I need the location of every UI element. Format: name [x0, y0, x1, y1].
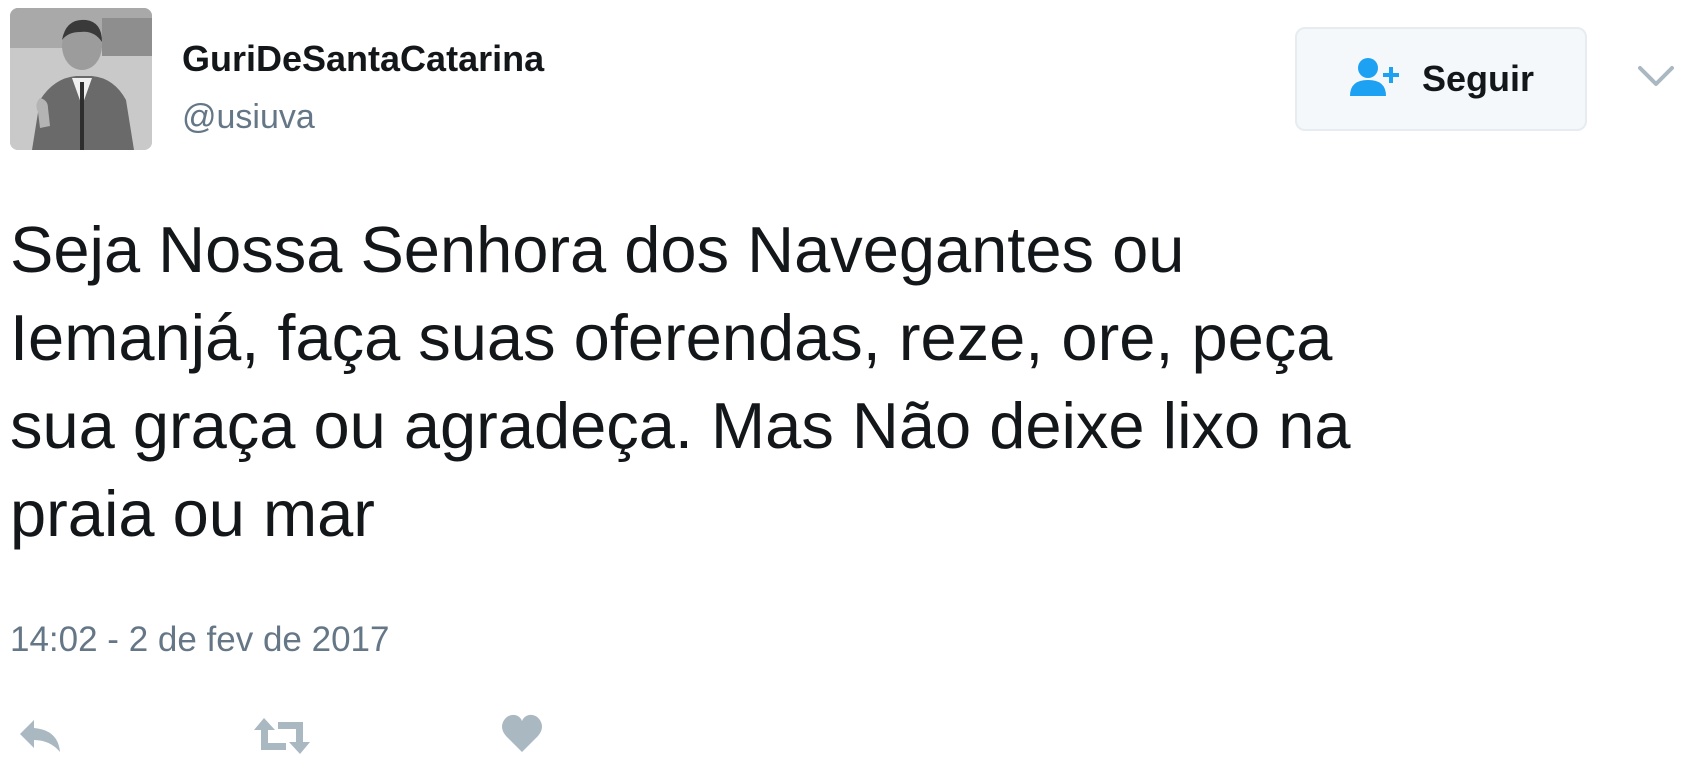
- tweet-text-line: Seja Nossa Senhora dos Navegantes ou: [10, 213, 1185, 286]
- tweet-text: Seja Nossa Senhora dos Navegantes ou Iem…: [10, 206, 1630, 558]
- avatar-photo: [10, 8, 152, 150]
- follow-button-label: Seguir: [1421, 58, 1535, 99]
- heart-icon: [502, 714, 542, 752]
- add-user-icon: [1348, 56, 1406, 102]
- tweet-card: GuriDeSantaCatarina @usiuva Seguir Seja …: [0, 0, 1693, 774]
- user-handle[interactable]: @usiuva: [182, 98, 315, 137]
- tweet-timestamp[interactable]: 14:02 - 2 de fev de 2017: [10, 620, 389, 660]
- reply-icon: [20, 720, 60, 752]
- chevron-down-icon[interactable]: [1636, 62, 1676, 90]
- follow-button[interactable]: Seguir: [1295, 27, 1587, 131]
- tweet-text-line: Iemanjá, faça suas oferendas, reze, ore,…: [10, 301, 1333, 374]
- tweet-text-line: praia ou mar: [10, 477, 375, 550]
- like-button[interactable]: [500, 712, 544, 760]
- user-display-name[interactable]: GuriDeSantaCatarina: [182, 38, 544, 80]
- tweet-text-line: sua graça ou agradeça. Mas Não deixe lix…: [10, 389, 1351, 462]
- retweet-button[interactable]: [252, 712, 312, 760]
- retweet-icon: [254, 718, 310, 754]
- reply-button[interactable]: [16, 712, 64, 760]
- avatar[interactable]: [10, 8, 152, 150]
